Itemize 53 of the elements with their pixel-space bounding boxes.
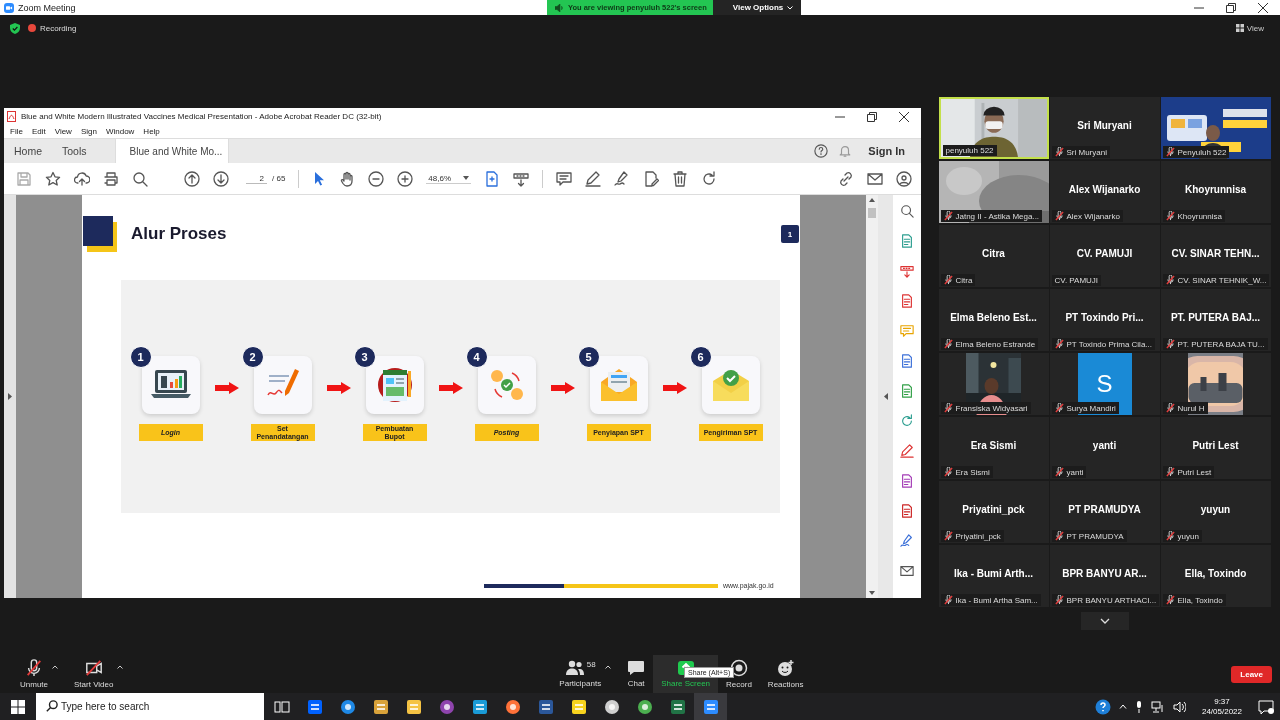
step-number: 5 <box>577 346 600 368</box>
participant-name: PT. PUTERA BAJ... <box>1170 311 1261 323</box>
page-badge: 1 <box>781 225 799 243</box>
participant-label: Era Sismi <box>955 467 990 477</box>
participant-label: Fransiska Widyasari <box>955 403 1028 413</box>
participant-label: CV. SINAR TEHNIK_W... <box>1177 275 1267 285</box>
participant-label: Nurul H <box>1177 403 1205 413</box>
step-number: 4 <box>465 346 488 368</box>
participant-label: Putri Lest <box>1177 467 1212 477</box>
participant-label: Ika - Bumi Artha Sam... <box>955 595 1038 605</box>
participant-name: CV. PAMUJI <box>1076 247 1133 259</box>
participant-label: Jatng II - Astika Mega... <box>955 211 1040 221</box>
participant-name: yanti <box>1092 439 1117 451</box>
participant-label: CV. PAMUJI <box>1054 276 1099 285</box>
participant-name: Citra <box>982 247 1005 259</box>
page-total: / 65 <box>272 174 286 183</box>
step-number: 1 <box>129 346 152 368</box>
participant-label: Elma Beleno Estrande <box>955 339 1036 349</box>
participant-label: yuyun <box>1177 531 1199 541</box>
participant-name: Ella, Toxindo <box>1184 567 1247 579</box>
participant-name: PT PRAMUDYA <box>1068 503 1141 515</box>
participant-name: Alex Wijanarko <box>1068 183 1141 195</box>
participant-label: PT PRAMUDYA <box>1066 531 1124 541</box>
participant-count: 58 <box>586 660 596 669</box>
app-window-title: Blue and White Modern Illustrated Vaccines Medical Presentation - Adobe Acrobat Reader DC (32-bit) <box>21 112 382 121</box>
participant-label: yanti <box>1066 467 1084 477</box>
participant-label: BPR BANYU ARTHACI... <box>1066 595 1157 605</box>
participant-label: Penyuluh 522 <box>1177 147 1227 157</box>
slide-title: Alur Proses <box>131 224 227 244</box>
step-number: 2 <box>241 346 264 368</box>
participant-name: Sri Muryani <box>1077 119 1132 131</box>
participant-name: CV. SINAR TEHN... <box>1171 247 1260 259</box>
participant-label: PT Toxindo Prima Cila... <box>1066 339 1152 349</box>
participant-name: Putri Lest <box>1192 439 1239 451</box>
participant-name: BPR BANYU AR... <box>1062 567 1147 579</box>
participant-name: PT Toxindo Pri... <box>1065 311 1144 323</box>
participant-label: Alex Wijanarko <box>1066 211 1120 221</box>
participant-label: penyuluh 522 <box>945 146 994 155</box>
participant-label: Priyatini_pck <box>955 531 1001 541</box>
participant-label: Ella, Toxindo <box>1177 595 1223 605</box>
step-number: 6 <box>689 346 712 368</box>
window-title: Zoom Meeting <box>18 2 76 13</box>
participant-label: Khoyrunnisa <box>1177 211 1222 221</box>
participant-name: Elma Beleno Est... <box>950 311 1037 323</box>
participant-name: yuyun <box>1200 503 1231 515</box>
participant-name: Ika - Bumi Arth... <box>953 567 1034 579</box>
participant-name: Khoyrunnisa <box>1184 183 1247 195</box>
participant-label: Sri Muryani <box>1066 147 1107 157</box>
step-number: 3 <box>353 346 376 368</box>
participant-label: Citra <box>955 275 973 285</box>
participant-label: PT. PUTERA BAJA TU... <box>1177 339 1265 349</box>
participant-name: Priyatini_pck <box>962 503 1025 515</box>
participant-name: Era Sismi <box>970 439 1017 451</box>
